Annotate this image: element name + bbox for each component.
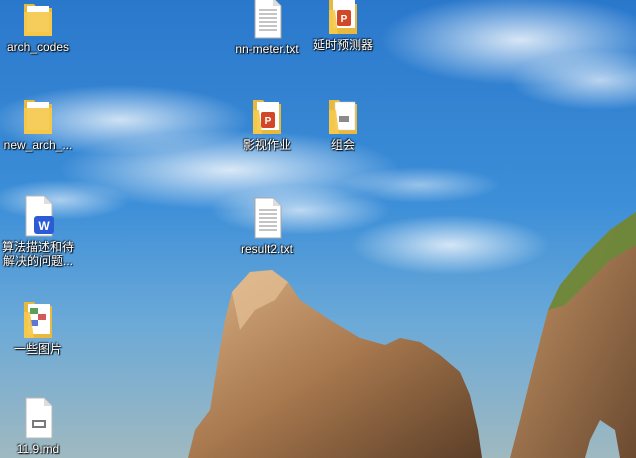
desktop-icon-images[interactable]: 一些图片 bbox=[1, 298, 75, 356]
desktop-icon-result2[interactable]: result2.txt bbox=[230, 196, 304, 256]
text-file-icon bbox=[254, 197, 282, 239]
documents-folder-icon bbox=[329, 100, 357, 134]
desktop-icon-group-meeting[interactable]: 组会 bbox=[306, 96, 380, 152]
icon-label: 算法描述和待解决的问题... bbox=[1, 240, 74, 268]
desktop-icon-new-arch[interactable]: new_arch_... bbox=[1, 96, 75, 152]
desktop[interactable]: arch_codes new_arch_... W 算法描述和待解决的问题...… bbox=[0, 0, 636, 458]
image-folder-icon bbox=[24, 302, 52, 338]
text-file-icon bbox=[254, 0, 282, 39]
icon-label: 影视作业 bbox=[242, 138, 291, 152]
folder-icon bbox=[24, 4, 52, 36]
desktop-icon-algorithm-doc[interactable]: W 算法描述和待解决的问题... bbox=[1, 194, 75, 268]
svg-text:P: P bbox=[265, 116, 272, 127]
powerpoint-folder-icon: P bbox=[329, 0, 357, 34]
markdown-file-icon bbox=[25, 397, 53, 439]
svg-text:W: W bbox=[38, 219, 50, 233]
wallpaper bbox=[0, 0, 636, 458]
icon-label: 组会 bbox=[330, 138, 355, 152]
icon-label: 一些图片 bbox=[13, 342, 62, 356]
folder-icon bbox=[24, 100, 52, 134]
svg-text:P: P bbox=[341, 14, 348, 25]
icon-label: 延时预测器 bbox=[312, 38, 373, 52]
icon-label: result2.txt bbox=[240, 242, 294, 256]
icon-label: 11.9.md bbox=[16, 442, 60, 456]
desktop-icon-latency-predictor[interactable]: P 延时预测器 bbox=[306, 0, 380, 52]
desktop-icon-11-9-md[interactable]: 11.9.md bbox=[1, 396, 75, 456]
desktop-icon-film-homework[interactable]: P 影视作业 bbox=[230, 96, 304, 152]
desktop-icon-nn-meter[interactable]: nn-meter.txt bbox=[230, 0, 304, 56]
icon-label: arch_codes bbox=[6, 40, 70, 54]
word-document-icon: W bbox=[25, 195, 54, 237]
desktop-icon-arch-codes[interactable]: arch_codes bbox=[1, 0, 75, 54]
powerpoint-folder-icon: P bbox=[253, 100, 281, 134]
icon-label: new_arch_... bbox=[3, 138, 73, 152]
icon-label: nn-meter.txt bbox=[235, 42, 299, 56]
